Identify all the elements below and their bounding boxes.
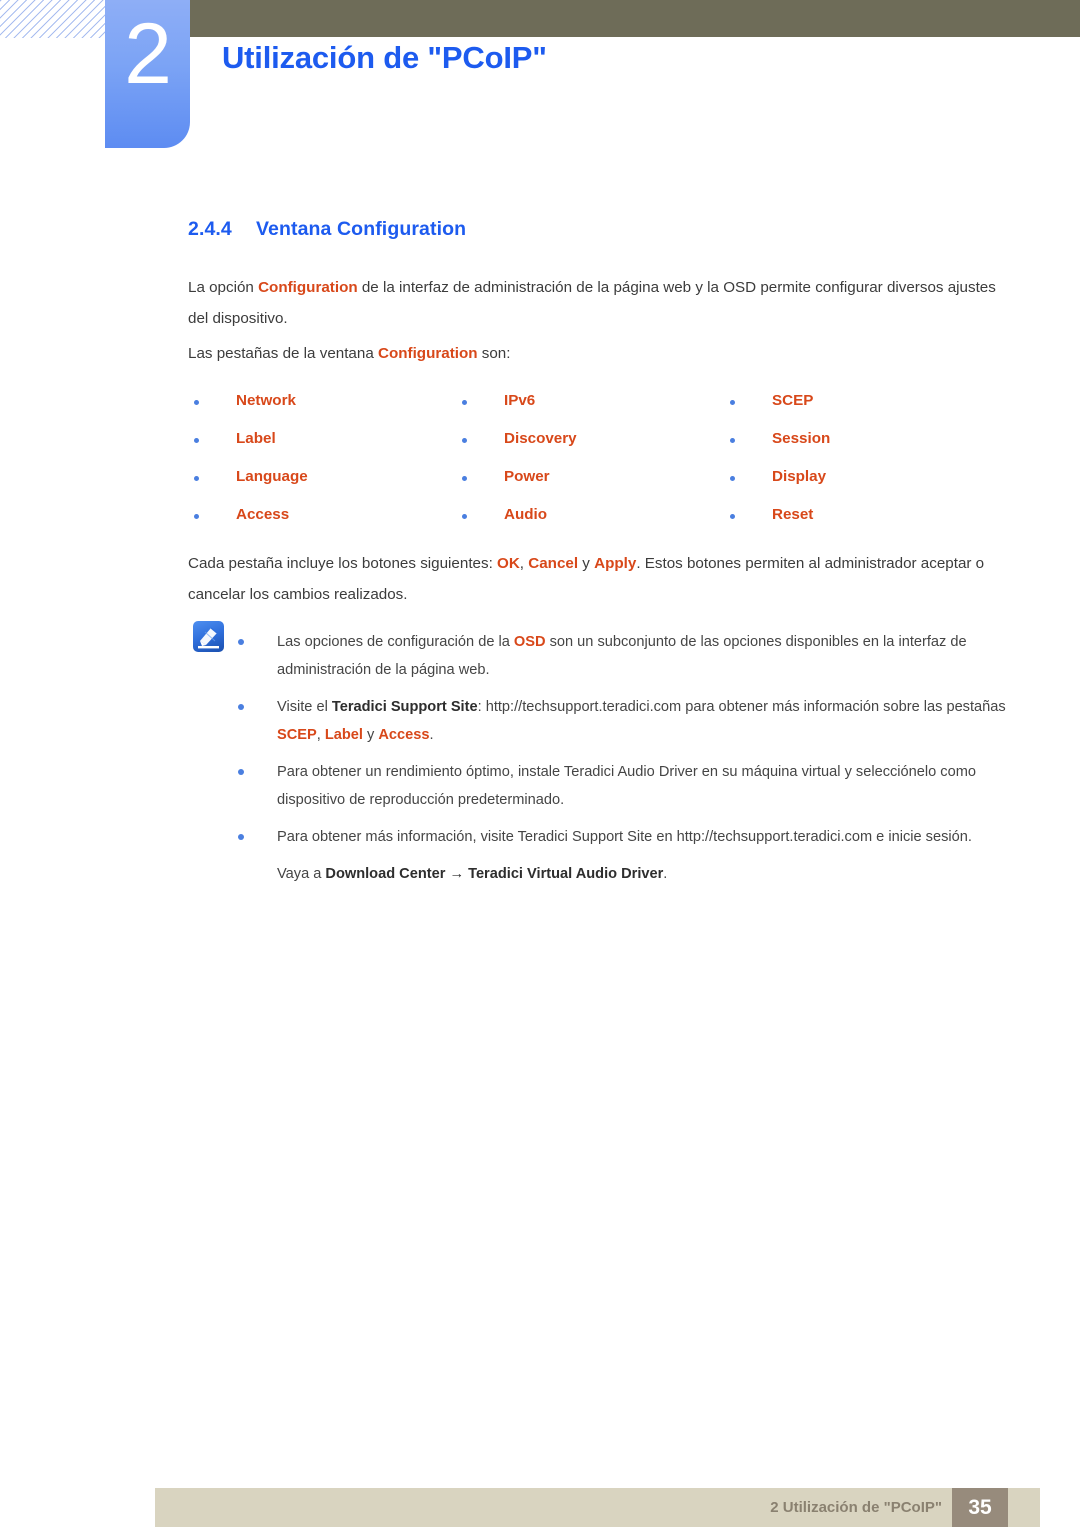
decorative-hatch-pattern (0, 0, 108, 38)
footer-chapter-label: 2 Utilización de "PCoIP" (770, 1499, 942, 1516)
tab-item-label: Power (504, 468, 550, 485)
tab-list-row: Label Discovery Session (188, 430, 1008, 468)
tab-item-scep: SCEP (730, 392, 813, 409)
bullet-dot-icon (194, 438, 199, 443)
intro-paragraph: La opción Configuration de la interfaz d… (188, 272, 1000, 334)
bullet-dot-icon (238, 834, 244, 840)
page-header: 2 Utilización de "PCoIP" (0, 0, 1080, 160)
chapter-number: 2 (124, 6, 172, 102)
tab-item-label: Reset (772, 506, 814, 523)
note-2-c: , (316, 727, 325, 743)
tab-item-label: Access (236, 506, 290, 523)
buttons-sep-1: , (519, 555, 529, 572)
bullet-dot-icon (194, 400, 199, 405)
tabs-lead-b: son: (477, 345, 511, 362)
tab-item-power: Power (462, 468, 550, 485)
note-trailing-a: Vaya a (277, 866, 326, 882)
tab-item-label: Label (236, 430, 276, 447)
tab-item-session: Session (730, 430, 830, 447)
tab-item-language: Language (194, 468, 308, 485)
note-trailing-path: Download Center → Teradici Virtual Audio… (325, 866, 664, 882)
bullet-dot-icon (238, 639, 244, 645)
configuration-tab-list: Network IPv6 SCEP Label Discovery Sessio… (188, 392, 1008, 544)
tab-item-ipv6: IPv6 (462, 392, 535, 409)
note-item-osd: Las opciones de configuración de la OSD … (238, 628, 1008, 684)
tab-item-label: Language (236, 468, 308, 485)
buttons-text-a: Cada pestaña incluye los botones siguien… (188, 555, 498, 572)
note-2-highlight-access: Access (378, 727, 430, 743)
intro-text-a: La opción (188, 279, 259, 296)
tab-item-label: Label (194, 430, 276, 447)
note-2-e: . (429, 727, 434, 743)
tab-item-label: IPv6 (504, 392, 536, 409)
tab-item-network: Network (194, 392, 296, 409)
note-trailing-text: Vaya a Download Center → Teradici Virtua… (277, 860, 1008, 888)
buttons-sep-2: y (578, 555, 595, 572)
bullet-dot-icon (730, 514, 735, 519)
chapter-tab: 2 (105, 0, 190, 148)
tabs-lead-highlight: Configuration (378, 345, 478, 362)
note-2-bold-support-site: Teradici Support Site (331, 699, 478, 715)
button-apply-label: Apply (594, 555, 637, 572)
tab-item-label: Session (772, 430, 831, 447)
tabs-lead-a: Las pestañas de la ventana (188, 345, 378, 362)
section-heading: 2.4.4 Ventana Configuration (188, 218, 466, 241)
tab-item-label: SCEP (772, 392, 814, 409)
bullet-dot-icon (462, 476, 467, 481)
intro-highlight: Configuration (258, 279, 358, 296)
bullet-dot-icon (730, 476, 735, 481)
note-item-text: Para obtener más información, visite Ter… (277, 829, 972, 845)
note-2-a: Visite el (277, 699, 332, 715)
note-item-text: Para obtener un rendimiento óptimo, inst… (277, 764, 976, 808)
bullet-dot-icon (194, 514, 199, 519)
bullet-dot-icon (238, 769, 244, 775)
button-ok-label: OK (497, 555, 520, 572)
tab-item-label: Network (236, 392, 296, 409)
tab-item-label: Audio (504, 506, 548, 523)
tab-item-access: Access (194, 506, 289, 523)
button-cancel-label: Cancel (528, 555, 579, 572)
note-list: Las opciones de configuración de la OSD … (238, 628, 1008, 888)
note-2-b: : http://techsupport.teradici.com para o… (477, 699, 1006, 715)
tab-list-row: Language Power Display (188, 468, 1008, 506)
bullet-dot-icon (730, 438, 735, 443)
tab-list-row: Access Audio Reset (188, 506, 1008, 544)
tab-item-display: Display (730, 468, 826, 485)
header-olive-bar (190, 0, 1080, 37)
note-2-highlight-label: Label (324, 727, 363, 743)
section-title: Ventana Configuration (256, 218, 467, 240)
page-footer: 2 Utilización de "PCoIP" 35 (155, 1488, 1040, 1527)
note-2-d: y (362, 727, 379, 743)
bullet-dot-icon (730, 400, 735, 405)
note-item-support-site: Visite el Teradici Support Site: http://… (238, 693, 1008, 749)
tab-item-discovery: Discovery (462, 430, 577, 447)
buttons-paragraph: Cada pestaña incluye los botones siguien… (188, 548, 1000, 610)
note-trailing-line: Vaya a Download Center → Teradici Virtua… (238, 860, 1008, 888)
chapter-title: Utilización de "PCoIP" (222, 40, 547, 75)
note-item-text: Visite el Teradici Support Site: http://… (277, 693, 1008, 749)
bullet-dot-icon (462, 514, 467, 519)
tab-item-audio: Audio (462, 506, 547, 523)
footer-page-number: 35 (952, 1488, 1008, 1527)
bullet-dot-icon (462, 400, 467, 405)
note-item-more-info: Para obtener más información, visite Ter… (238, 823, 1008, 851)
bullet-dot-icon (462, 438, 467, 443)
note-1-a: Las opciones de configuración de la (277, 634, 514, 650)
bullet-dot-icon (194, 476, 199, 481)
note-pencil-icon (193, 621, 224, 652)
note-trailing-b: . (663, 866, 668, 882)
tab-item-reset: Reset (730, 506, 813, 523)
note-item-text: Las opciones de configuración de la OSD … (277, 628, 1008, 684)
bullet-dot-icon (238, 704, 244, 710)
tab-item-label: Display (772, 468, 827, 485)
tab-item-label: Discovery (504, 430, 577, 447)
note-2-highlight-scep: SCEP (277, 727, 317, 743)
note-1-highlight-osd: OSD (513, 634, 546, 650)
tabs-lead-paragraph: Las pestañas de la ventana Configuration… (188, 338, 1000, 369)
note-item-audio-driver: Para obtener un rendimiento óptimo, inst… (238, 758, 1008, 814)
section-number: 2.4.4 (188, 218, 232, 240)
tab-list-row: Network IPv6 SCEP (188, 392, 1008, 430)
